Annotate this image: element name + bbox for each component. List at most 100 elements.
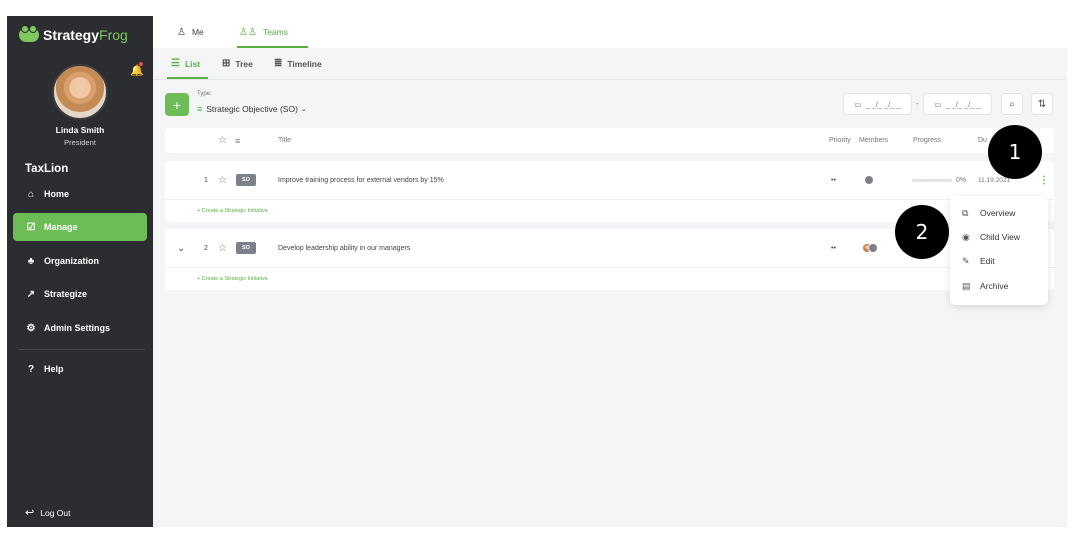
sidebar: Strategy Frog 🔔 Linda Smith President Tax… (7, 16, 153, 527)
column-title[interactable]: Title (278, 128, 291, 153)
tab-label: Teams (262, 27, 288, 37)
view-tab-bar: ☰ List ⊞ Tree ≣ Timeline (153, 48, 1067, 79)
tab-tree[interactable]: ⊞ Tree (222, 48, 253, 79)
divider (165, 267, 1054, 268)
app-logo[interactable]: Strategy Frog (19, 25, 128, 43)
sort-icon: ⇅ (1037, 98, 1047, 110)
star-icon[interactable]: ☆ (218, 229, 227, 267)
column-progress[interactable]: Progress (913, 128, 941, 153)
sidebar-item-label: Organization (44, 256, 100, 266)
divider (165, 199, 1054, 200)
star-filter-icon[interactable]: ☆ (218, 128, 227, 153)
sidebar-item-organization[interactable]: ♣ Organization (13, 247, 147, 275)
priority-indicator: •• (831, 244, 836, 252)
calendar-icon: ▭ (854, 99, 862, 109)
add-button[interactable]: + (165, 93, 189, 116)
logo-text-strategy: Strategy (43, 27, 100, 43)
tab-label: Me (191, 27, 204, 37)
type-filter-select[interactable]: ≡ Strategic Objective (SO) ⌄ (197, 104, 307, 114)
home-icon: ⌂ (27, 188, 35, 200)
logout-button[interactable]: ↩ Log Out (25, 506, 70, 519)
so-badge: SO (236, 229, 256, 267)
search-button[interactable]: ⌕ (1001, 93, 1023, 115)
org-chart-icon: ♣ (27, 255, 35, 267)
search-icon: ⌕ (1009, 98, 1015, 110)
callout-marker-2: 2 (895, 205, 949, 259)
tree-icon: ⊞ (222, 58, 231, 69)
sidebar-item-label: Admin Settings (44, 323, 111, 333)
menu-item-label: Edit (980, 256, 995, 266)
column-members[interactable]: Members (859, 128, 888, 153)
avatar (864, 175, 874, 185)
type-filter-label: Type: (197, 91, 212, 97)
list-icon: ☰ (171, 58, 180, 69)
logo-text-frog: Frog (99, 27, 128, 43)
top-tab-bar: ♙ Me ♙♙ Teams (153, 16, 1067, 48)
sort-button[interactable]: ⇅ (1031, 93, 1053, 115)
expand-chevron-icon[interactable]: ⌄ (177, 229, 185, 267)
tab-teams[interactable]: ♙♙ Teams (237, 16, 308, 48)
user-role: President (64, 138, 96, 147)
menu-item-archive[interactable]: ▤ Archive (962, 279, 1008, 293)
progress-bar (912, 178, 952, 182)
member-avatar[interactable] (864, 161, 874, 199)
calendar-icon: ▭ (934, 99, 942, 109)
logout-icon: ↩ (25, 507, 35, 519)
priority-indicator: •• (831, 176, 836, 184)
filter-list-icon: ≡ (197, 104, 203, 114)
type-filter-value: Strategic Objective (SO) (206, 104, 298, 114)
organization-name: TaxLion (25, 163, 69, 175)
column-settings-icon[interactable]: ≡ (235, 128, 240, 153)
person-icon: ♙ (177, 26, 186, 38)
row-number: 2 (204, 244, 208, 252)
sidebar-item-label: Manage (44, 222, 78, 232)
menu-item-child-view[interactable]: ◉ Child View (962, 230, 1020, 244)
column-due[interactable]: Du (978, 128, 987, 153)
notification-bell-icon[interactable]: 🔔 (130, 62, 144, 77)
tab-label: List (184, 58, 201, 69)
so-badge: SO (236, 161, 256, 199)
divider (153, 79, 1067, 80)
sidebar-divider (19, 349, 145, 350)
date-separator: - (916, 99, 919, 108)
gear-icon: ⚙ (26, 322, 36, 334)
date-from-input[interactable]: ▭ _ _/_ _/_ _ (843, 93, 912, 115)
create-initiative-link[interactable]: + Create a Strategic Initiative (197, 276, 268, 282)
sidebar-item-admin-settings[interactable]: ⚙ Admin Settings (13, 314, 147, 342)
menu-item-label: Child View (980, 232, 1021, 242)
sidebar-item-label: Help (44, 364, 64, 374)
menu-item-edit[interactable]: ✎ Edit (962, 254, 995, 268)
row-actions-menu: ⧉ Overview ◉ Child View ✎ Edit ▤ Archive (950, 196, 1048, 305)
sidebar-item-home[interactable]: ⌂ Home (13, 180, 147, 208)
help-icon: ? (27, 363, 35, 375)
progress-value: 0% (956, 176, 967, 184)
row-title[interactable]: Improve training process for external ve… (278, 161, 444, 199)
people-icon: ♙♙ (239, 26, 257, 38)
tab-label: Timeline (287, 58, 322, 69)
tab-timeline[interactable]: ≣ Timeline (274, 48, 322, 79)
row-content: 1 ☆ SO Improve training process for exte… (165, 161, 1054, 199)
create-initiative-link[interactable]: + Create a Strategic Initiative (197, 208, 268, 214)
tab-me[interactable]: ♙ Me (177, 16, 204, 48)
date-to-input[interactable]: ▭ _ _/_ _/_ _ (923, 93, 992, 115)
star-icon[interactable]: ☆ (218, 161, 227, 199)
sidebar-item-label: Strategize (44, 289, 88, 299)
row-title[interactable]: Develop leadership ability in our manage… (278, 229, 410, 267)
column-priority[interactable]: Priority (829, 128, 851, 153)
avatar (868, 243, 878, 253)
user-avatar[interactable] (52, 64, 108, 120)
menu-item-label: Overview (980, 208, 1016, 218)
member-avatars[interactable] (862, 229, 878, 267)
frog-logo-icon (19, 25, 39, 42)
sidebar-item-manage[interactable]: ☑ Manage (13, 213, 147, 241)
sidebar-item-strategize[interactable]: ↗ Strategize (13, 280, 147, 308)
more-options-icon[interactable]: ⋮ (1039, 161, 1049, 199)
pencil-icon: ✎ (962, 255, 970, 266)
logout-label: Log Out (40, 507, 71, 518)
tab-label: Tree (235, 58, 253, 69)
badge-label: SO (236, 174, 256, 186)
badge-label: SO (236, 242, 256, 254)
tab-list[interactable]: ☰ List (166, 48, 209, 79)
menu-item-overview[interactable]: ⧉ Overview (962, 206, 1015, 220)
sidebar-item-help[interactable]: ? Help (13, 355, 147, 383)
